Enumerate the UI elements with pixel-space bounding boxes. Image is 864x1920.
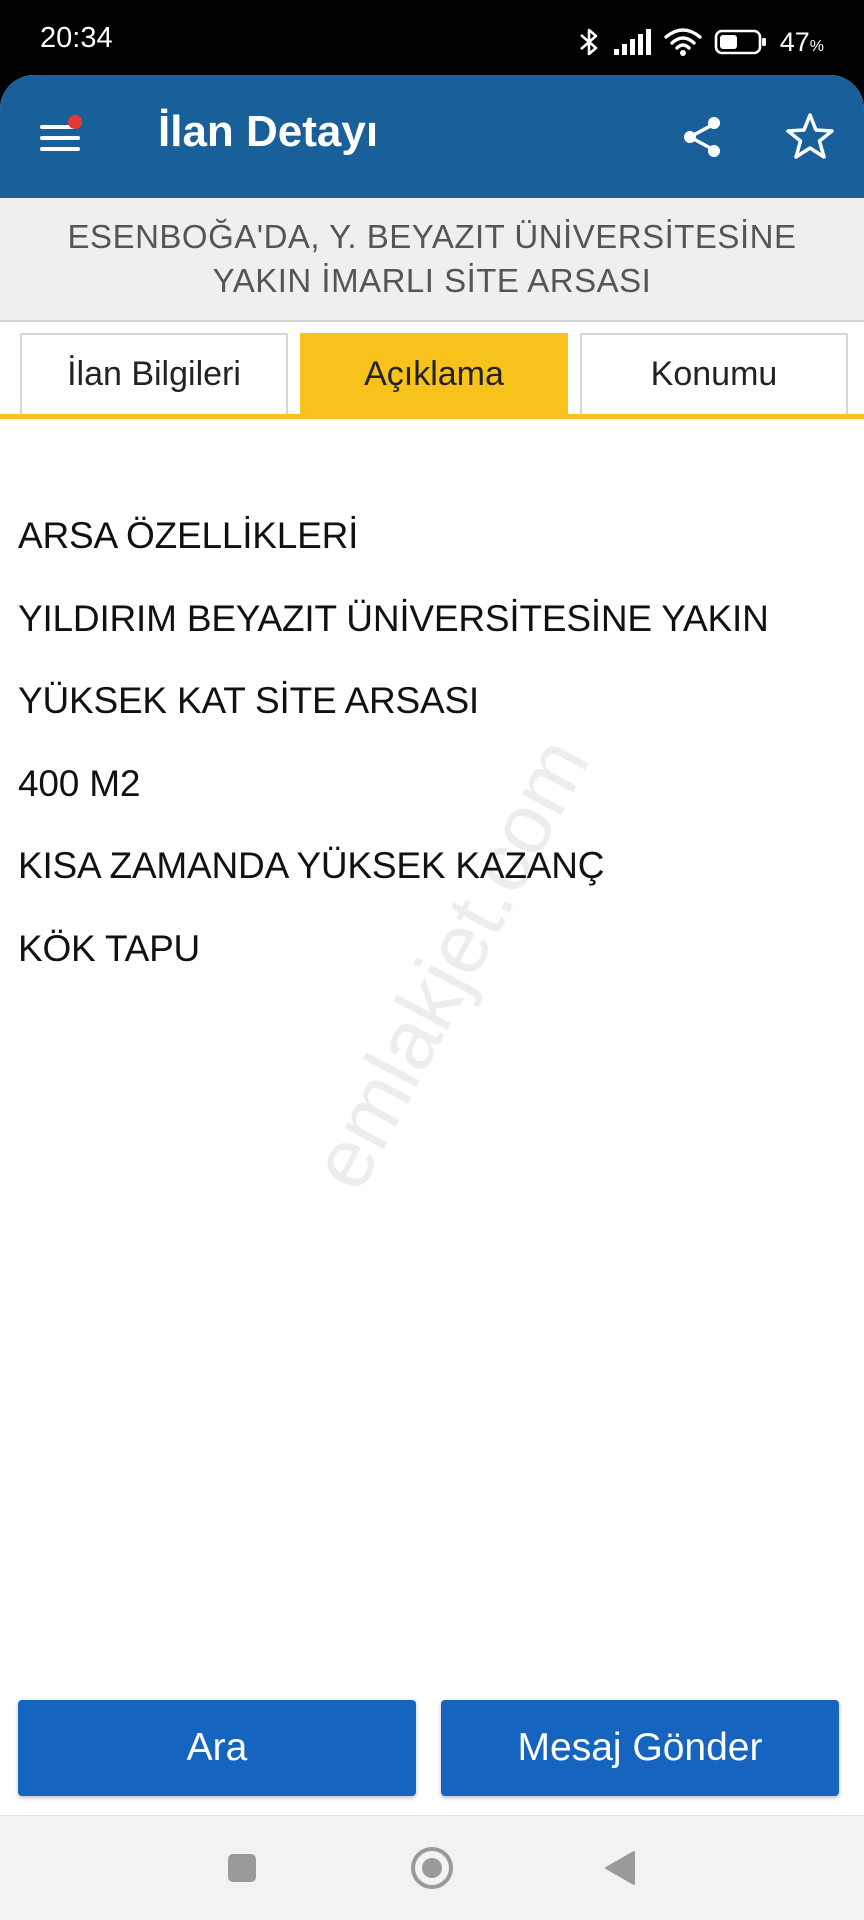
app-bar: İlan Detayı xyxy=(0,75,864,198)
battery-percent-unit: % xyxy=(809,37,824,55)
system-nav-bar xyxy=(0,1815,864,1920)
description-line: YILDIRIM BEYAZIT ÜNİVERSİTESİNE YAKIN xyxy=(18,597,769,639)
home-icon[interactable] xyxy=(408,1844,456,1892)
star-icon xyxy=(784,113,836,167)
share-icon xyxy=(678,117,726,165)
description-line: YÜKSEK KAT SİTE ARSASI xyxy=(18,680,480,721)
favorite-button[interactable] xyxy=(784,111,836,163)
wifi-icon xyxy=(664,27,702,57)
call-button[interactable]: Ara xyxy=(18,1700,416,1796)
tab-bar: İlan Bilgileri Açıklama Konumu xyxy=(0,333,864,419)
send-message-button[interactable]: Mesaj Gönder xyxy=(441,1700,839,1796)
page-title: İlan Detayı xyxy=(158,107,379,156)
back-icon[interactable] xyxy=(602,1849,638,1887)
app-screen: İlan Detayı ESENBOĞA'DA, Y. BEYAZIT ÜNİV… xyxy=(0,75,864,1920)
signal-icon xyxy=(612,27,652,57)
description-line: ARSA ÖZELLİKLERİ xyxy=(18,515,359,556)
description-line: KISA ZAMANDA YÜKSEK KAZANÇ xyxy=(18,845,605,886)
listing-title: ESENBOĞA'DA, Y. BEYAZIT ÜNİVERSİTESİNE Y… xyxy=(0,198,864,322)
status-bar: 20:34 47% xyxy=(0,0,864,80)
battery-percent-value: 47 xyxy=(779,26,810,57)
battery-percent: 47% xyxy=(780,27,824,58)
status-time: 20:34 xyxy=(40,22,113,54)
status-icons: 47% xyxy=(578,22,824,62)
tab-location[interactable]: Konumu xyxy=(580,333,848,414)
battery-icon xyxy=(714,28,768,56)
menu-icon xyxy=(36,125,84,165)
description-text: ARSA ÖZELLİKLERİ YILDIRIM BEYAZIT ÜNİVER… xyxy=(18,515,848,1010)
tab-description[interactable]: Açıklama xyxy=(300,333,568,414)
tab-listing-info[interactable]: İlan Bilgileri xyxy=(20,333,288,414)
listing-title-text: ESENBOĞA'DA, Y. BEYAZIT ÜNİVERSİTESİNE Y… xyxy=(68,215,797,303)
recents-icon[interactable] xyxy=(226,1852,258,1884)
menu-button[interactable] xyxy=(36,113,84,161)
listing-title-line2: YAKIN İMARLI SİTE ARSASI xyxy=(212,262,652,299)
listing-title-line1: ESENBOĞA'DA, Y. BEYAZIT ÜNİVERSİTESİNE xyxy=(67,218,797,255)
share-button[interactable] xyxy=(678,113,726,161)
bluetooth-icon xyxy=(578,26,600,58)
description-line: 400 M2 xyxy=(18,762,141,804)
notification-dot xyxy=(68,115,82,129)
description-line: KÖK TAPU xyxy=(18,927,201,969)
